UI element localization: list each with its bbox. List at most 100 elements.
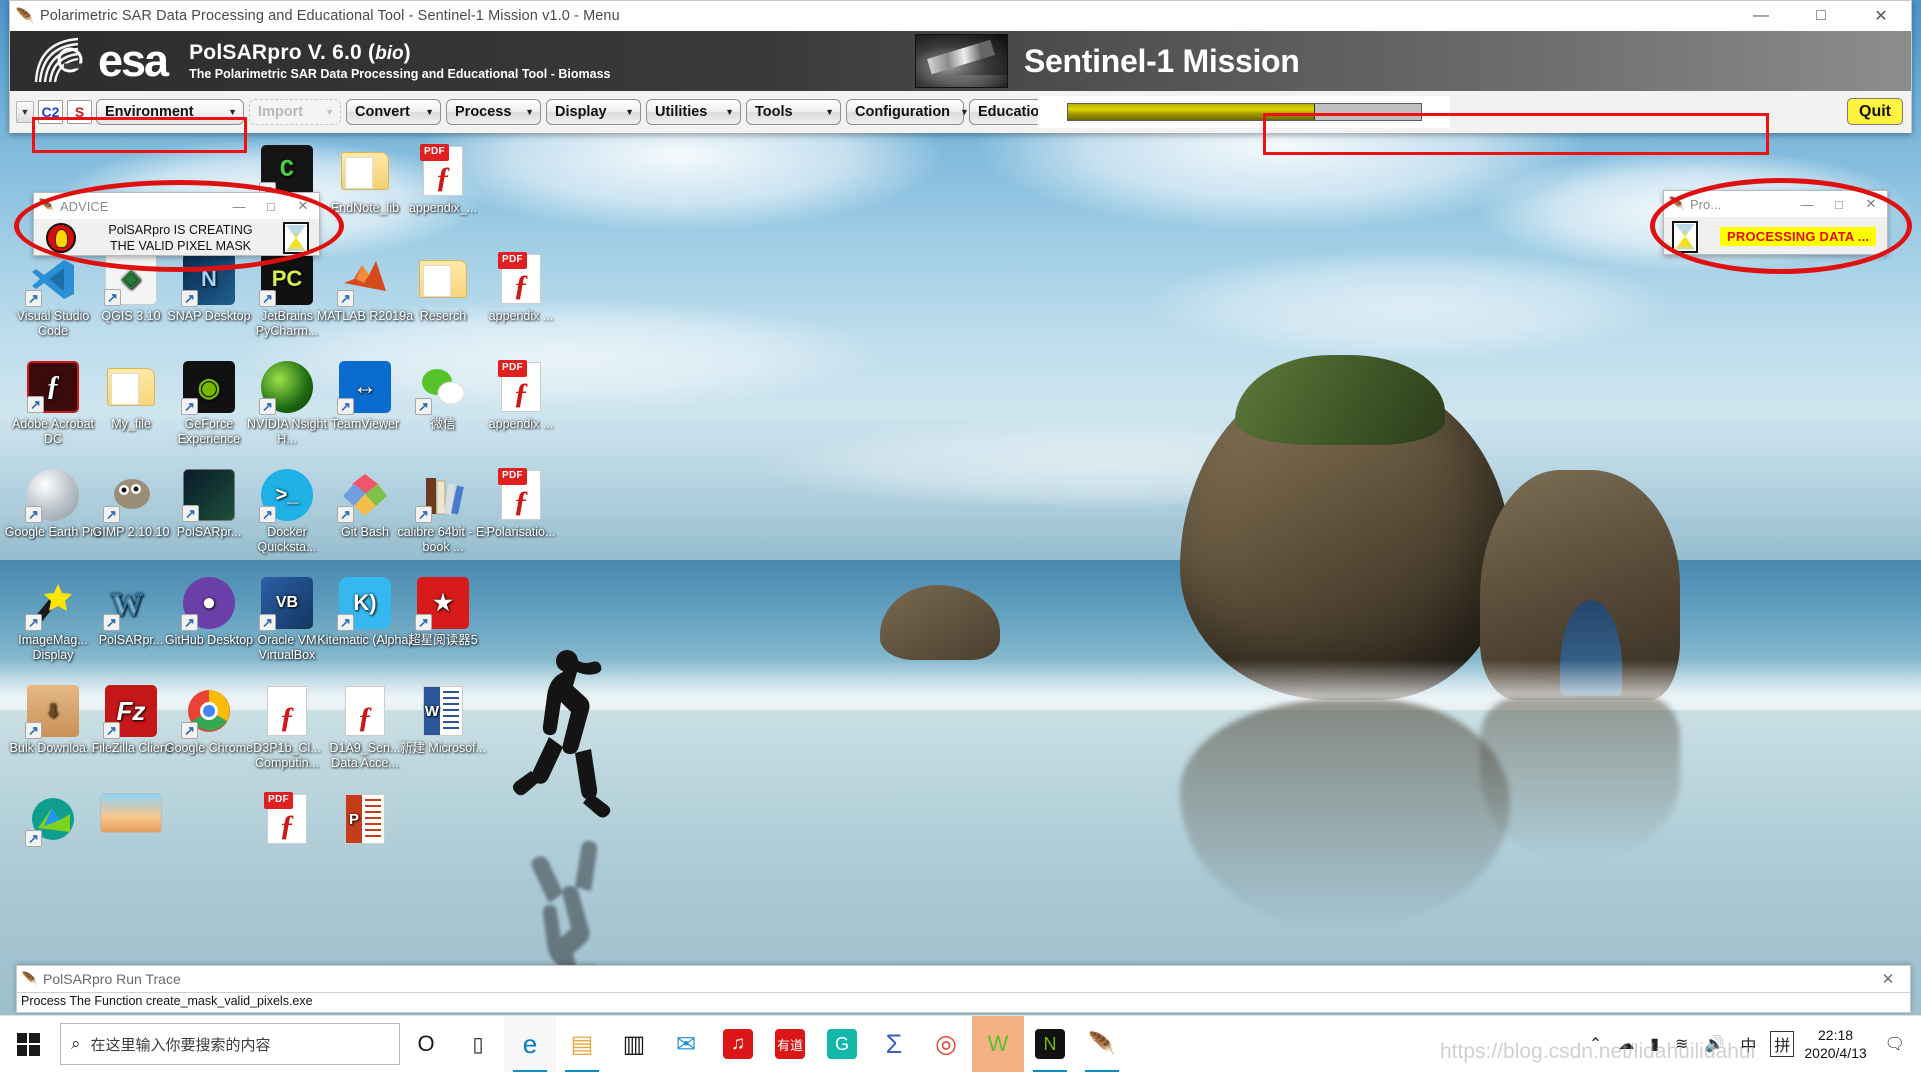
github-icon: ● [181, 577, 235, 631]
wechat-icon-glyph: W [987, 1031, 1009, 1056]
chrome-icon[interactable]: ◎ [920, 1016, 972, 1072]
clock-time: 22:18 [1818, 1027, 1854, 1043]
green-app-icon[interactable]: G [816, 1016, 868, 1072]
cortana-icon[interactable]: O [400, 1016, 452, 1072]
menu-display-button[interactable]: Display ▼ [546, 99, 641, 125]
desktop-icon[interactable] [81, 793, 181, 837]
advice-message-line1: PolSARpro IS CREATING [108, 223, 253, 237]
menu-configuration-button[interactable]: Configuration ▼ [846, 99, 969, 125]
run-trace-close-button[interactable]: ✕ [1866, 966, 1910, 992]
shortcut-arrow-icon [104, 289, 121, 306]
desktop-icon[interactable]: P [315, 793, 415, 849]
search-placeholder: 在这里输入你要搜索的内容 [90, 1036, 271, 1054]
processing-close-button[interactable]: ✕ [1855, 191, 1887, 217]
shortcut-arrow-icon [25, 722, 42, 739]
menu-dropdown-arrow-button[interactable]: ▼ [16, 101, 34, 123]
window-title: Polarimetric SAR Data Processing and Edu… [40, 8, 620, 24]
shortcut-arrow-icon [259, 290, 276, 307]
advice-message: PolSARpro IS CREATING THE VALID PIXEL MA… [82, 222, 279, 254]
mathtype-icon[interactable]: Σ [868, 1016, 920, 1072]
polsarpro-feather-icon[interactable]: 🪶 [1076, 1016, 1128, 1072]
processing-dialog: 🪶 Pro... — □ ✕ PROCESSING DATA ... [1663, 190, 1888, 255]
chevron-down-icon: ▼ [725, 107, 734, 117]
processing-maximize-button[interactable]: □ [1823, 191, 1855, 217]
netease-music-icon[interactable]: ♫ [712, 1016, 764, 1072]
windows-start-icon[interactable] [0, 1016, 56, 1072]
processing-dialog-titlebar[interactable]: 🪶 Pro... — □ ✕ [1664, 191, 1887, 217]
powerpoint-icon: P [339, 793, 391, 845]
menu-tools-button[interactable]: Tools ▼ [746, 99, 841, 125]
window-close-button[interactable]: ✕ [1851, 1, 1911, 31]
edge-icon[interactable]: e [504, 1015, 556, 1072]
tag-c2-button[interactable]: C2 [38, 100, 63, 124]
progress-bar [1066, 103, 1422, 121]
geforce-icon: ◉ [181, 361, 235, 415]
wifi-icon[interactable]: ≋ [1667, 1034, 1696, 1054]
desktop-icon[interactable]: PDF ƒ Polarisatio... [471, 468, 571, 540]
mail-icon[interactable]: ✉ [660, 1016, 712, 1072]
tray-items: ⌃ ☁ ▮ ≋ 🔊 中拼 [1581, 1031, 1795, 1057]
search-input[interactable]: ⌕ 在这里输入你要搜索的内容 [60, 1023, 400, 1065]
product-name-end: ) [403, 41, 411, 64]
youdao-dict-icon-glyph: 有道 [775, 1029, 805, 1059]
nvidia-icon[interactable]: N [1024, 1016, 1076, 1072]
desktop-icon-label: appendix ... [488, 309, 554, 323]
product-name: PolSARpro V. 6.0 ( [189, 41, 376, 64]
onedrive-icon[interactable]: ☁ [1610, 1034, 1642, 1054]
desktop-icon[interactable]: PDF ƒ appendix ... [471, 252, 571, 324]
file-explorer-icon[interactable]: ▤ [556, 1016, 608, 1072]
window-titlebar[interactable]: 🪶 Polarimetric SAR Data Processing and E… [10, 1, 1911, 31]
wechat-icon[interactable]: W [972, 1015, 1024, 1072]
show-hidden-icons[interactable]: ⌃ [1581, 1034, 1610, 1054]
menu-environment-button[interactable]: Environment ▼ [96, 99, 244, 125]
polsarpro-feather-icon: 🪶 [1668, 196, 1686, 211]
run-trace-titlebar[interactable]: 🪶 PolSARpro Run Trace ✕ [17, 966, 1910, 992]
imagemagick-icon [25, 577, 79, 631]
youdao-dict-icon[interactable]: 有道 [764, 1016, 816, 1072]
mathtype-icon-glyph: Σ [885, 1028, 903, 1059]
menu-item-label: Tools [755, 104, 793, 120]
menu-convert-button[interactable]: Convert ▼ [346, 99, 441, 125]
menu-utilities-button[interactable]: Utilities ▼ [646, 99, 741, 125]
pdf-icon: PDF ƒ [495, 468, 547, 521]
acrobat-icon: ƒ [27, 361, 79, 413]
desktop-icon[interactable]: PDF ƒ appendix ... [471, 360, 571, 432]
advice-minimize-button[interactable]: — [223, 193, 255, 219]
battery-icon[interactable]: ▮ [1642, 1034, 1667, 1054]
system-tray: ⌃ ☁ ▮ ≋ 🔊 中拼 22:18 2020/4/13 🗨 [1581, 1016, 1921, 1072]
ime-pinyin-icon[interactable]: 拼 [1770, 1031, 1795, 1057]
advice-maximize-button[interactable]: □ [255, 193, 287, 219]
pdf-icon: PDF ƒ [261, 792, 313, 845]
clock[interactable]: 22:18 2020/4/13 [1794, 1026, 1876, 1062]
notification-icon[interactable]: 🗨 [1877, 1034, 1913, 1054]
window-maximize-button[interactable]: □ [1791, 1, 1851, 31]
teamviewer-icon: ↔ [337, 361, 391, 415]
shortcut-arrow-icon [337, 398, 354, 415]
desktop-icon[interactable]: ★ 超星阅读器5 [393, 577, 493, 648]
microsoft-store-icon[interactable]: ▥ [608, 1016, 660, 1072]
edge-icon-glyph: e [522, 1028, 538, 1059]
quit-button[interactable]: Quit [1847, 98, 1903, 125]
pycharm-icon: PC [259, 253, 313, 307]
advice-dialog-title: ADVICE [60, 198, 109, 214]
desktop-icon[interactable]: W 新建 Microsof... [393, 685, 493, 756]
processing-minimize-button[interactable]: — [1791, 191, 1823, 217]
shortcut-arrow-icon [415, 506, 432, 523]
advice-dialog-titlebar[interactable]: 🪶 ADVICE — □ ✕ [34, 193, 319, 219]
shortcut-arrow-icon [181, 722, 198, 739]
gimp-icon [103, 469, 157, 523]
advice-close-button[interactable]: ✕ [287, 193, 319, 219]
polsarbook-icon [182, 469, 235, 522]
menu-process-button[interactable]: Process ▼ [446, 99, 541, 125]
vscode-icon [25, 253, 79, 307]
ime-chinese-icon[interactable]: 中 [1732, 1032, 1764, 1056]
volume-icon[interactable]: 🔊 [1696, 1034, 1732, 1054]
desktop-icon[interactable]: PDF ƒ appendix_... [393, 144, 493, 216]
task-view-icon[interactable]: ▯ [452, 1016, 504, 1072]
pdf-icon: PDF ƒ [417, 144, 469, 197]
window-minimize-button[interactable]: — [1731, 1, 1791, 31]
chevron-down-icon: ▼ [228, 107, 237, 117]
tag-s-button[interactable]: S [67, 100, 92, 124]
taskbar-items: O ▯ e ▤ ▥ ✉ ♫ 有道 G Σ ◎ W N 🪶 [400, 1015, 1128, 1072]
bulk-icon: ⬇ [25, 685, 79, 739]
